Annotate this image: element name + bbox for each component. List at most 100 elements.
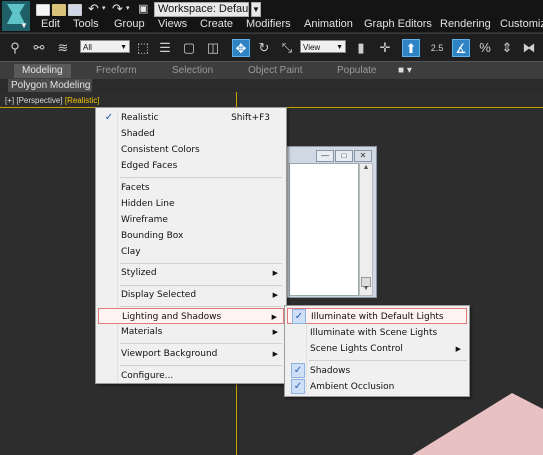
- menu-item-clay[interactable]: Clay: [98, 244, 284, 260]
- reference-coordinate-value: View: [303, 43, 321, 52]
- tab-object-paint[interactable]: Object Paint: [248, 64, 302, 78]
- snaps-toggle-icon[interactable]: 2.5: [428, 39, 446, 57]
- menu-item-label: Realistic: [121, 113, 159, 123]
- maximize-icon[interactable]: □: [335, 150, 353, 162]
- dialog-scrollbar[interactable]: ▲ ▼: [359, 163, 373, 296]
- menu-item-edged-faces[interactable]: Edged Faces: [98, 158, 284, 174]
- menu-item-label: Edged Faces: [121, 161, 178, 171]
- select-move-icon[interactable]: ✥: [232, 39, 250, 57]
- menu-item-shaded[interactable]: Shaded: [98, 126, 284, 142]
- menu-item-viewport-background[interactable]: Viewport Background ▶: [98, 346, 284, 362]
- polygon-modeling-panel[interactable]: Polygon Modeling: [8, 79, 92, 92]
- menu-rendering[interactable]: Rendering: [440, 18, 491, 30]
- menu-animation[interactable]: Animation: [304, 18, 353, 30]
- tab-freeform[interactable]: Freeform: [96, 64, 137, 78]
- menu-item-realistic[interactable]: ✓ Realistic Shift+F3: [98, 110, 284, 126]
- undo-icon[interactable]: ↶: [88, 1, 99, 17]
- workspace-dropdown-icon[interactable]: ▼: [251, 2, 261, 17]
- submenu-arrow-icon: ▶: [272, 350, 278, 358]
- menu-item-hidden-line[interactable]: Hidden Line: [98, 196, 284, 212]
- select-manipulate-icon[interactable]: ✛: [376, 39, 394, 57]
- menu-item-stylized[interactable]: Stylized ▶: [98, 265, 284, 281]
- menu-separator: [120, 365, 282, 366]
- menu-item-label: Lighting and Shadows: [122, 312, 222, 322]
- redo-icon[interactable]: ↷: [112, 1, 123, 17]
- viewport-menu-button[interactable]: [+]: [5, 96, 14, 105]
- menu-graph-editors[interactable]: Graph Editors: [364, 18, 432, 30]
- minimize-icon[interactable]: —: [316, 150, 334, 162]
- menu-item-wireframe[interactable]: Wireframe: [98, 212, 284, 228]
- select-object-icon[interactable]: ⬚: [134, 39, 152, 57]
- menu-item-label: Consistent Colors: [121, 145, 200, 155]
- menu-group[interactable]: Group: [114, 18, 145, 30]
- close-icon[interactable]: ✕: [354, 150, 372, 162]
- ribbon: Modeling Freeform Selection Object Paint…: [0, 61, 543, 79]
- menu-item-label: Stylized: [121, 268, 157, 278]
- new-scene-icon[interactable]: [36, 4, 50, 16]
- menu-item-materials[interactable]: Materials ▶: [98, 324, 284, 340]
- redo-dropdown-icon[interactable]: ▾: [126, 1, 130, 17]
- scroll-up-icon[interactable]: ▲: [360, 164, 372, 176]
- tab-populate[interactable]: Populate: [337, 64, 376, 78]
- tab-modeling[interactable]: Modeling: [14, 64, 71, 78]
- menu-item-label: Shadows: [310, 366, 351, 376]
- unlink-icon[interactable]: ⚯: [30, 39, 48, 57]
- angle-snap-icon[interactable]: ∡: [452, 39, 470, 57]
- menu-item-illuminate-scene-lights[interactable]: Illuminate with Scene Lights: [287, 325, 467, 341]
- undo-dropdown-icon[interactable]: ▾: [102, 1, 106, 17]
- select-link-icon[interactable]: ⚲: [6, 39, 24, 57]
- submenu-arrow-icon: ▶: [272, 291, 278, 299]
- viewport-label: [+] [Perspective] [Realistic]: [5, 96, 100, 105]
- menu-item-facets[interactable]: Facets: [98, 180, 284, 196]
- lighting-and-shadows-submenu: ✓ Illuminate with Default Lights Illumin…: [284, 305, 470, 397]
- menu-views[interactable]: Views: [158, 18, 187, 30]
- menu-modifiers[interactable]: Modifiers: [246, 18, 291, 30]
- menu-item-ambient-occlusion[interactable]: ✓ Ambient Occlusion: [287, 379, 467, 395]
- menu-create[interactable]: Create: [200, 18, 233, 30]
- percent-snap-icon[interactable]: %: [476, 39, 494, 57]
- viewport-shading-label[interactable]: [Realistic]: [65, 96, 100, 105]
- menu-item-display-selected[interactable]: Display Selected ▶: [98, 287, 284, 303]
- rectangular-region-icon[interactable]: ▢: [180, 39, 198, 57]
- menu-item-scene-lights-control[interactable]: Scene Lights Control ▶: [287, 341, 467, 357]
- spinner-snap-icon[interactable]: ⇕: [498, 39, 516, 57]
- menu-item-illuminate-default-lights[interactable]: ✓ Illuminate with Default Lights: [287, 308, 467, 324]
- menu-item-shadows[interactable]: ✓ Shadows: [287, 363, 467, 379]
- menu-item-label: Ambient Occlusion: [310, 382, 395, 392]
- menu-item-lighting-and-shadows[interactable]: Lighting and Shadows ▶: [98, 308, 284, 324]
- reference-coordinate-dropdown[interactable]: View ▼: [300, 40, 346, 53]
- menu-customize[interactable]: Customize: [500, 18, 543, 30]
- selection-filter-dropdown[interactable]: All ▼: [80, 40, 130, 53]
- open-file-icon[interactable]: [52, 4, 66, 16]
- check-icon: ✓: [104, 112, 114, 123]
- viewport-pov-label[interactable]: [Perspective]: [16, 96, 62, 105]
- save-file-icon[interactable]: [68, 4, 82, 16]
- scroll-down-icon[interactable]: ▼: [360, 285, 372, 295]
- workspace-selector[interactable]: Workspace: Default: [154, 2, 249, 17]
- menu-item-bounding-box[interactable]: Bounding Box: [98, 228, 284, 244]
- select-scale-icon[interactable]: ⤡: [278, 39, 296, 57]
- keyboard-shortcut-override-icon[interactable]: ⬆: [402, 39, 420, 57]
- use-pivot-icon[interactable]: ▮: [352, 39, 370, 57]
- menu-item-label: Bounding Box: [121, 231, 184, 241]
- bind-space-warp-icon[interactable]: ≋: [54, 39, 72, 57]
- menu-item-label: Facets: [121, 183, 150, 193]
- select-by-name-icon[interactable]: ☰: [156, 39, 174, 57]
- project-folder-icon[interactable]: ▣: [138, 1, 148, 17]
- menu-bar: Edit Tools Group Views Create Modifiers …: [0, 17, 543, 33]
- ribbon-options-icon[interactable]: ■ ▾: [398, 64, 412, 78]
- window-crossing-icon[interactable]: ◫: [204, 39, 222, 57]
- menu-tools[interactable]: Tools: [73, 18, 99, 30]
- menu-edit[interactable]: Edit: [41, 18, 60, 30]
- chevron-down-icon: ▼: [336, 44, 343, 51]
- mirror-icon[interactable]: ⧓: [520, 39, 538, 57]
- select-rotate-icon[interactable]: ↻: [255, 39, 273, 57]
- selection-filter-value: All: [83, 43, 92, 52]
- menu-item-label: Scene Lights Control: [310, 344, 403, 354]
- menu-item-configure[interactable]: Configure...: [98, 368, 284, 384]
- tab-selection[interactable]: Selection: [172, 64, 213, 78]
- menu-item-label: Wireframe: [121, 215, 168, 225]
- menu-separator: [120, 343, 282, 344]
- submenu-arrow-icon: ▶: [455, 345, 461, 353]
- menu-item-consistent-colors[interactable]: Consistent Colors: [98, 142, 284, 158]
